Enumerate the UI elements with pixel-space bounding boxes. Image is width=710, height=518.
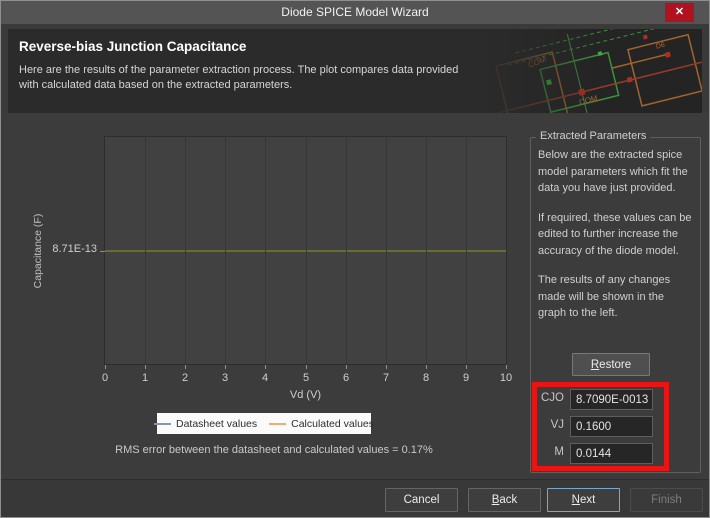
gridline-vertical: [386, 137, 387, 364]
groupbox-paragraph: The results of any changes made will be …: [538, 272, 694, 322]
y-axis-title: Capacitance (F): [32, 181, 46, 321]
gridline-vertical: [306, 137, 307, 364]
m-label: M: [522, 446, 564, 458]
x-axis-tick-mark: [386, 365, 387, 369]
close-icon: ✕: [675, 6, 684, 18]
groupbox-paragraph: Below are the extracted spice model para…: [538, 147, 694, 197]
groupbox-description: Below are the extracted spice model para…: [538, 147, 694, 335]
x-axis-tick-mark: [506, 365, 507, 369]
datasheet-line-swatch-icon: [154, 423, 171, 425]
x-axis-tick-mark: [346, 365, 347, 369]
close-button[interactable]: ✕: [665, 3, 694, 22]
chart-legend: Datasheet values Calculated values: [157, 413, 371, 434]
x-axis-tick-mark: [426, 365, 427, 369]
finish-button: Finish: [630, 488, 703, 512]
restore-button[interactable]: Restore: [572, 353, 650, 376]
rms-error-note: RMS error between the datasheet and calc…: [39, 444, 509, 456]
y-axis-tick-mark: [100, 251, 105, 252]
window-title: Diode SPICE Model Wizard: [1, 1, 709, 24]
x-axis-tick-mark: [466, 365, 467, 369]
x-axis-tick-label: 8: [411, 372, 441, 384]
groupbox-label: Extracted Parameters: [536, 130, 650, 142]
x-axis-tick-label: 6: [331, 372, 361, 384]
vj-field[interactable]: [570, 416, 653, 437]
x-axis-tick-label: 7: [371, 372, 401, 384]
x-axis-tick-mark: [306, 365, 307, 369]
x-axis-tick-mark: [185, 365, 186, 369]
vj-label: VJ: [522, 419, 564, 431]
gridline-vertical: [426, 137, 427, 364]
x-axis-tick-label: 0: [90, 372, 120, 384]
gridline-vertical: [185, 137, 186, 364]
legend-item-datasheet: Datasheet values: [154, 418, 257, 430]
page-description: Here are the results of the parameter ex…: [19, 63, 469, 93]
y-axis-tick-label: 8.71E-13: [13, 243, 97, 255]
gridline-vertical: [466, 137, 467, 364]
page-title: Reverse-bias Junction Capacitance: [19, 39, 246, 54]
footer-bar: Cancel Back Next Finish: [1, 479, 709, 518]
x-axis-tick-label: 4: [250, 372, 280, 384]
gridline-vertical: [145, 137, 146, 364]
groupbox-paragraph: If required, these values can be edited …: [538, 210, 694, 260]
x-axis-title: Vd (V): [105, 389, 506, 401]
x-axis-tick-label: 2: [170, 372, 200, 384]
calculated-line-swatch-icon: [269, 423, 286, 425]
gridline-vertical: [225, 137, 226, 364]
legend-label: Calculated values: [291, 418, 374, 430]
legend-item-calculated: Calculated values: [269, 418, 374, 430]
x-axis-tick-mark: [225, 365, 226, 369]
wizard-header: COM COM D6 Reverse-bias Junction Capacit…: [8, 29, 702, 113]
cjo-label: CJO: [522, 392, 564, 404]
m-field[interactable]: [570, 443, 653, 464]
title-bar[interactable]: Diode SPICE Model Wizard ✕: [1, 1, 709, 24]
x-axis-tick-label: 1: [130, 372, 160, 384]
dialog-window: Diode SPICE Model Wizard ✕: [0, 0, 710, 518]
next-button[interactable]: Next: [547, 488, 620, 512]
gridline-vertical: [265, 137, 266, 364]
x-axis-tick-mark: [265, 365, 266, 369]
x-axis-tick-label: 3: [210, 372, 240, 384]
x-axis-tick-label: 10: [491, 372, 521, 384]
cancel-button[interactable]: Cancel: [385, 488, 458, 512]
x-axis-tick-label: 9: [451, 372, 481, 384]
plot-area: 8.71E-13 Capacitance (F) Vd (V) 01234567…: [104, 136, 507, 365]
x-axis-tick-mark: [145, 365, 146, 369]
cjo-field[interactable]: [570, 389, 653, 410]
circuit-schematic-image: COM COM D6: [482, 29, 702, 113]
x-axis-tick-mark: [105, 365, 106, 369]
gridline-vertical: [346, 137, 347, 364]
legend-label: Datasheet values: [176, 418, 257, 430]
x-axis-tick-label: 5: [291, 372, 321, 384]
back-button[interactable]: Back: [468, 488, 541, 512]
